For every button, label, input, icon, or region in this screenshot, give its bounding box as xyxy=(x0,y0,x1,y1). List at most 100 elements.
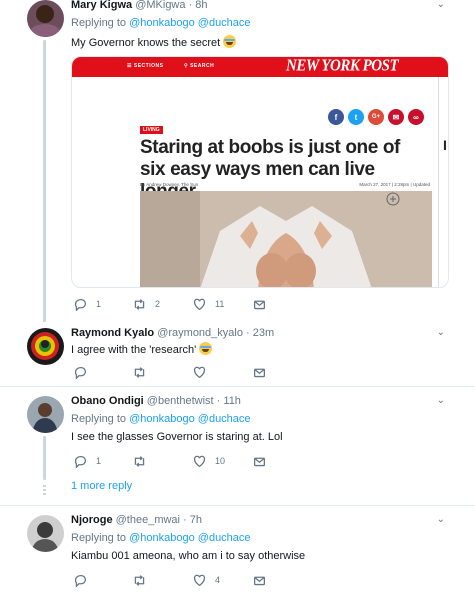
replying-to: Replying to @honkabogo @duchace xyxy=(71,17,251,29)
user-name[interactable]: Mary Kigwa xyxy=(71,0,132,11)
like-icon xyxy=(193,455,206,467)
mention-link[interactable]: @honkabogo xyxy=(129,413,195,425)
chevron-down-icon[interactable]: ⌄ xyxy=(437,327,445,338)
chevron-down-icon[interactable]: ⌄ xyxy=(437,514,445,525)
separator: · xyxy=(246,327,250,339)
nypost-logo: NEW YORK POST xyxy=(286,57,399,75)
reply-button[interactable]: 1 xyxy=(74,453,101,469)
sections-menu: ☰ SECTIONS xyxy=(127,63,164,69)
user-handle[interactable]: @thee_mwai xyxy=(116,514,180,526)
byline-text: By Andrew Downey, The Sun xyxy=(140,182,199,187)
next-article-peek: I xyxy=(438,77,448,287)
user-handle[interactable]: @raymond_kyalo xyxy=(157,327,243,339)
like-button[interactable]: 10 xyxy=(193,453,225,469)
user-name[interactable]: Njoroge xyxy=(71,514,113,526)
like-count: 11 xyxy=(215,299,225,309)
mention-link[interactable]: @duchace xyxy=(198,532,251,544)
message-button[interactable] xyxy=(253,296,266,312)
chevron-down-icon[interactable]: ⌄ xyxy=(437,395,445,406)
message-icon xyxy=(253,300,266,309)
tweet-raymond-kyalo[interactable]: Raymond Kyalo @raymond_kyalo · 23m ⌄ I a… xyxy=(0,325,475,386)
mention-link[interactable]: @honkabogo xyxy=(129,532,195,544)
tweet-header: Njoroge @thee_mwai · 7h xyxy=(71,514,202,526)
link-icon: ∞ xyxy=(408,109,424,125)
email-icon: ✉ xyxy=(388,109,404,125)
user-handle[interactable]: @MKigwa xyxy=(135,0,185,11)
retweet-button[interactable]: 2 xyxy=(133,296,160,312)
retweet-icon xyxy=(134,455,145,467)
nypost-header-bar: ☰ SECTIONS ⚲ SEARCH NEW YORK POST xyxy=(72,57,448,77)
message-icon xyxy=(253,576,266,585)
search-menu: ⚲ SEARCH xyxy=(184,63,215,69)
timestamp[interactable]: 11h xyxy=(223,395,241,407)
like-button[interactable]: 11 xyxy=(193,296,224,312)
article-photo xyxy=(140,191,432,287)
like-icon xyxy=(193,574,206,586)
media-card[interactable]: ☰ SECTIONS ⚲ SEARCH NEW YORK POST f t G+… xyxy=(71,56,449,288)
separator: · xyxy=(188,0,193,11)
reply-icon xyxy=(74,298,87,311)
mention-link[interactable]: @duchace xyxy=(198,17,251,29)
retweet-button[interactable] xyxy=(133,453,155,469)
reply-button[interactable] xyxy=(74,364,96,380)
reply-button[interactable] xyxy=(74,572,96,588)
like-button[interactable]: 4 xyxy=(193,572,220,588)
mention-link[interactable]: @honkabogo xyxy=(129,17,195,29)
replying-to: Replying to @honkabogo @duchace xyxy=(71,532,251,544)
message-button[interactable] xyxy=(253,364,266,380)
chevron-down-icon[interactable]: ⌄ xyxy=(437,0,445,10)
message-icon xyxy=(253,457,266,466)
avatar[interactable] xyxy=(27,328,64,365)
tweet-njoroge[interactable]: Njoroge @thee_mwai · 7h ⌄ Replying to @h… xyxy=(0,506,475,594)
tweet-text: I agree with the 'research' xyxy=(71,342,213,356)
reply-icon xyxy=(74,455,87,468)
retweet-icon xyxy=(134,574,145,586)
tweet-text-content: I agree with the 'research' xyxy=(71,344,197,356)
user-name[interactable]: Obano Ondigi xyxy=(71,395,144,407)
article-byline: By Andrew Downey, The Sun March 27, 2017… xyxy=(140,182,430,187)
tweet-text-content: My Governor knows the secret xyxy=(71,37,221,49)
retweet-button[interactable] xyxy=(133,364,155,380)
twitter-icon: t xyxy=(348,109,364,125)
avatar[interactable] xyxy=(27,396,64,433)
tweet-header: Raymond Kyalo @raymond_kyalo · 23m xyxy=(71,327,274,339)
more-replies-link[interactable]: 1 more reply xyxy=(71,480,132,492)
tweet-text: Kiambu 001 ameona, who am i to say other… xyxy=(71,550,306,562)
thread-line xyxy=(43,40,46,322)
reply-icon xyxy=(74,574,87,587)
user-name[interactable]: Raymond Kyalo xyxy=(71,327,154,339)
message-button[interactable] xyxy=(253,453,266,469)
timestamp[interactable]: 8h xyxy=(195,0,207,11)
tweet-text: My Governor knows the secret xyxy=(71,35,237,49)
reply-count: 1 xyxy=(96,456,102,466)
like-button[interactable] xyxy=(193,364,215,380)
reply-button[interactable]: 1 xyxy=(74,296,101,312)
tweet-mary-kigwa[interactable]: Mary Kigwa @MKigwa · 8h ⌄ Replying to @h… xyxy=(0,0,475,325)
search-label: SEARCH xyxy=(190,63,215,69)
like-icon xyxy=(193,366,206,378)
facebook-icon: f xyxy=(328,109,344,125)
avatar[interactable] xyxy=(27,0,64,37)
tears-of-joy-emoji-icon xyxy=(199,342,213,355)
replying-to-label: Replying to xyxy=(71,532,127,544)
retweet-icon xyxy=(134,366,145,378)
message-button[interactable] xyxy=(253,572,266,588)
mention-link[interactable]: @duchace xyxy=(198,413,251,425)
like-count: 4 xyxy=(215,575,221,585)
replying-to-label: Replying to xyxy=(71,17,127,29)
timestamp[interactable]: 7h xyxy=(190,514,202,526)
avatar[interactable] xyxy=(27,515,64,552)
retweet-icon xyxy=(134,298,145,310)
tweet-actions xyxy=(71,364,271,380)
user-handle[interactable]: @benthetwist xyxy=(147,395,214,407)
retweet-button[interactable] xyxy=(133,572,155,588)
separator: · xyxy=(183,514,187,526)
reply-count: 1 xyxy=(96,299,102,309)
like-icon xyxy=(193,298,206,310)
replying-to: Replying to @honkabogo @duchace xyxy=(71,413,251,425)
retweet-count: 2 xyxy=(155,299,161,309)
separator: · xyxy=(216,395,221,407)
thread-dots xyxy=(43,485,46,497)
timestamp[interactable]: 23m xyxy=(253,327,274,339)
section-label: LIVING xyxy=(140,126,163,134)
